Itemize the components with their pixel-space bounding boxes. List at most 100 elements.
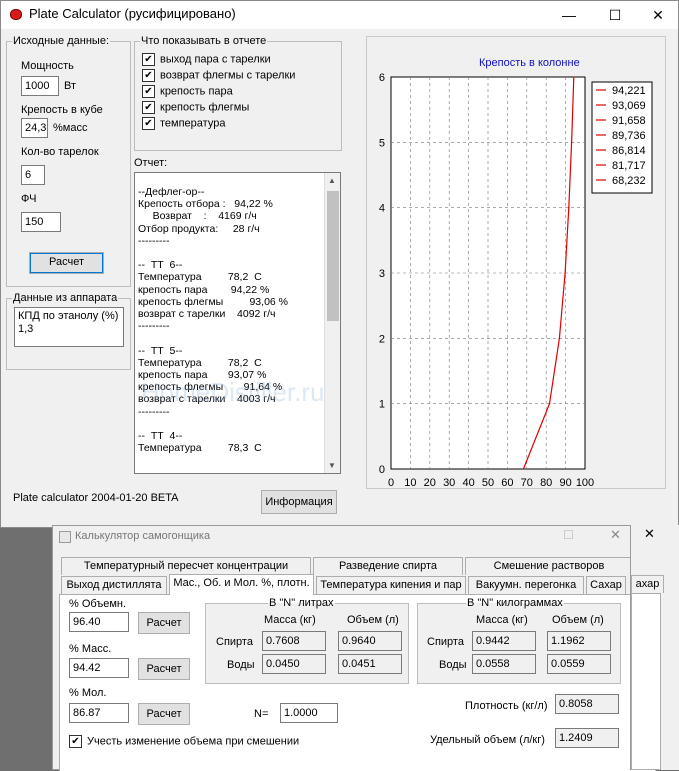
checkbox[interactable]: ✔ [142,101,155,114]
legend-label: 81,717 [612,160,646,172]
checkbox[interactable]: ✔ [142,85,155,98]
tab-distillate-yield[interactable]: Выход дистиллята [61,576,167,594]
x-tick-label: 30 [443,477,455,489]
fch-input[interactable]: 150 [21,212,61,232]
report-scrollbar[interactable]: ▲ ▼ [324,173,340,473]
legend-label: 94,221 [612,85,646,97]
option-vapor-output[interactable]: ✔ выход пара с тарелки [142,53,271,68]
info-button[interactable]: Информация [261,490,337,514]
strength-chart-panel: 0 10 20 30 40 50 60 70 80 90 100 0 1 2 3 4 5 6 Крепость … [366,36,666,489]
mass-calc-button[interactable]: Расчет [138,658,190,680]
vol-percent-label: % Объемн. [69,598,127,610]
tab-temp-recalc[interactable]: Температурный пересчет концентрации [61,557,311,575]
checkbox[interactable]: ✔ [142,69,155,82]
liters-spirit-vol: 0.9640 [338,631,402,651]
minimize-button[interactable]: — [546,1,592,29]
mass-percent-input[interactable]: 94.42 [69,658,129,678]
scroll-thumb[interactable] [327,191,339,321]
report-textarea[interactable]: --Дефлег-ор-- Крепость отбора : 94,22 % … [134,172,341,474]
x-tick-label: 80 [540,477,552,489]
tab-boiling[interactable]: Температура кипения и пар [316,576,466,594]
x-tick-label: 50 [482,477,494,489]
option-label: крепость флегмы [160,101,250,114]
y-tick-label: 5 [379,137,385,149]
series-point [570,141,573,144]
close-button[interactable]: ✕ [635,1,679,29]
background-close-icon[interactable]: ✕ [644,526,655,542]
tab-mass-vol-mol[interactable]: Мас., Об. и Мол. %, плотн. [169,574,314,595]
mix-volume-checkbox-row[interactable]: ✔ Учесть изменение объема при смешении [69,735,299,748]
close-icon[interactable]: ✕ [610,527,621,543]
plates-input[interactable]: 6 [21,165,45,185]
window-title: Plate Calculator (русифицировано) [29,6,236,21]
kilos-spirit-vol: 1.1962 [547,631,611,651]
vol-calc-button[interactable]: Расчет [138,612,190,634]
calc-window-title: Калькулятор самогонщика [75,530,211,542]
mass-percent-label: % Масс. [69,643,112,655]
y-tick-labels: 0 1 2 3 4 5 6 [379,72,385,476]
option-label: температура [160,117,226,130]
chart-title: Крепость в колонне [479,57,580,69]
vol-percent-input[interactable]: 96.40 [69,612,129,632]
x-tick-label: 40 [462,477,474,489]
option-vapor-strength[interactable]: ✔ крепость пара [142,85,233,100]
input-data-legend: Исходные данные: [13,35,109,47]
mol-percent-input[interactable]: 86.87 [69,703,129,723]
input-data-group: Исходные данные: [6,35,131,287]
kilos-row-spirit: Спирта [427,636,464,648]
device-data-line2: 1,3 [18,323,34,335]
samogon-calculator-window: Калькулятор самогонщика ☐ ✕ Температурны… [52,525,660,771]
y-tick-label: 6 [379,72,385,84]
legend-label: 91,658 [612,115,646,127]
specific-volume-label: Удельный объем (л/кг) [430,734,545,746]
app-icon [59,531,71,543]
mix-volume-checkbox[interactable]: ✔ [69,735,82,748]
report-options-legend: Что показывать в отчете [141,35,267,47]
liters-water-mass: 0.0450 [262,654,326,674]
checkbox[interactable]: ✔ [142,117,155,130]
n-input[interactable]: 1.0000 [280,703,338,723]
scroll-up-icon[interactable]: ▲ [328,176,336,185]
scroll-down-icon[interactable]: ▼ [328,461,336,470]
report-label: Отчет: [134,157,168,169]
tab-vacuum[interactable]: Вакуумн. перегонка [468,576,584,594]
kilograms-legend: В "N" килограммах [467,597,563,609]
option-reflux-return[interactable]: ✔ возврат флегмы с тарелки [142,69,295,84]
y-tick-label: 3 [379,268,385,280]
plate-calculator-window: Plate Calculator (русифицировано) — ☐ ✕ … [0,0,679,528]
power-input[interactable]: 1000 [21,76,59,96]
n-label: N= [254,708,269,720]
cube-strength-input[interactable]: 24,3 [21,118,48,138]
device-data-textbox[interactable]: КПД по этанолу (%) 1,3 [14,307,124,347]
background-tab-sugar[interactable]: ахар [631,575,664,593]
cube-strength-unit: %масс [53,122,88,134]
liters-row-water: Воды [227,659,255,671]
y-tick-label: 4 [379,203,385,215]
liters-water-vol: 0.0451 [338,654,402,674]
series-point [522,468,525,470]
x-tick-label: 0 [388,477,394,489]
tab-sugar[interactable]: Сахар [586,576,626,594]
checkbox[interactable]: ✔ [142,53,155,66]
calculate-button[interactable]: Расчет [29,252,104,274]
kilos-spirit-mass: 0.9442 [472,631,536,651]
kilos-col-vol: Объем (л) [552,614,604,626]
x-tick-label: 100 [576,477,594,489]
maximize-icon: ☐ [563,528,574,542]
option-temperature[interactable]: ✔ температура [142,117,225,132]
tab-dilution[interactable]: Разведение спирта [313,557,463,575]
plates-label: Кол-во тарелок [21,146,99,158]
x-tick-label: 70 [521,477,533,489]
maximize-button[interactable]: ☐ [592,1,638,29]
mol-calc-button[interactable]: Расчет [138,703,190,725]
chart-grid [390,76,586,470]
mol-percent-label: % Мол. [69,687,107,699]
tab-mixing[interactable]: Смешение растворов [465,557,633,575]
title-bar[interactable]: Plate Calculator (русифицировано) — ☐ ✕ [1,1,678,29]
fch-label: ФЧ [21,193,37,205]
power-unit: Вт [64,80,77,92]
series-point [564,272,566,274]
x-tick-label: 20 [424,477,436,489]
option-reflux-strength[interactable]: ✔ крепость флегмы [142,101,249,116]
option-label: выход пара с тарелки [160,53,271,66]
